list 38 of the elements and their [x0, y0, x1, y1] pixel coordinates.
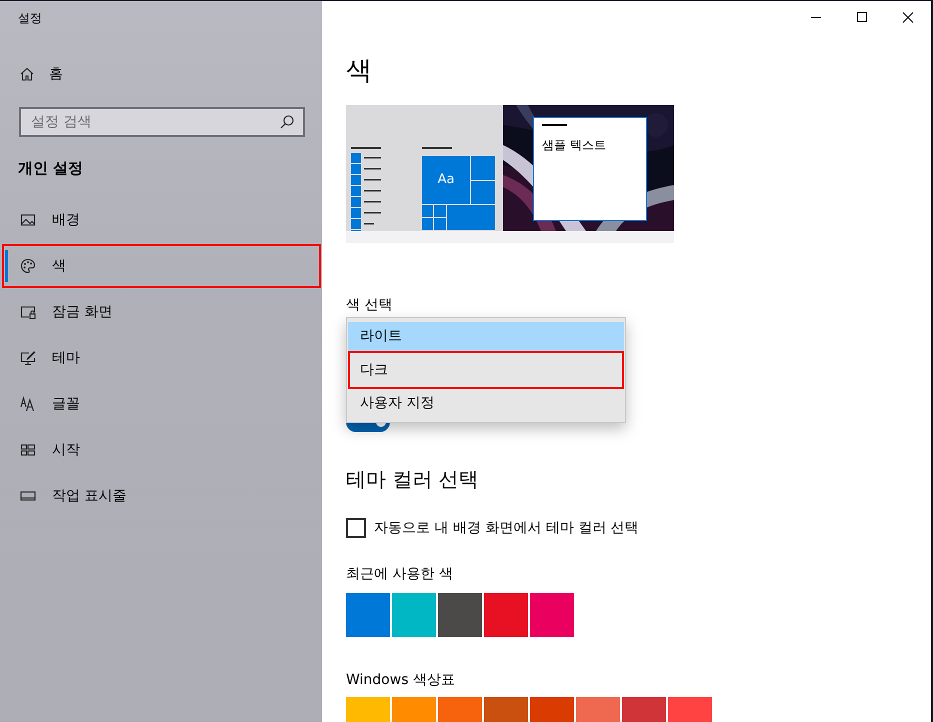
color-swatch[interactable]	[346, 593, 390, 637]
sidebar-item[interactable]: 작업 표시줄	[2, 474, 321, 518]
sidebar-item[interactable]: 테마	[2, 336, 321, 380]
image-icon	[20, 212, 36, 228]
section-heading: 테마 컬러 선택	[346, 466, 480, 493]
home-nav-item[interactable]: 홈	[0, 57, 322, 91]
section-title: 개인 설정	[18, 158, 84, 179]
color-swatch[interactable]	[438, 593, 482, 637]
sidebar-item[interactable]: 배경	[2, 198, 321, 242]
checkbox[interactable]	[346, 518, 366, 538]
dropdown-option[interactable]: 라이트	[348, 322, 624, 351]
window-title: 설정	[17, 10, 43, 27]
sidebar-item[interactable]: 잠금 화면	[2, 290, 321, 334]
close-icon	[902, 12, 914, 22]
dropdown-option[interactable]: 사용자 지정	[348, 389, 624, 418]
maximize-icon	[856, 12, 868, 22]
section-label: Windows 색상표	[346, 671, 456, 690]
monitor-brush-icon	[20, 350, 36, 366]
search-field[interactable]: 설정 검색	[19, 107, 305, 137]
sidebar-item[interactable]: 색	[2, 244, 321, 288]
home-icon	[19, 66, 35, 82]
dropdown-option[interactable]: 다크	[348, 351, 624, 389]
page-title: 색	[346, 55, 373, 87]
color-swatch[interactable]	[530, 593, 574, 637]
lock-screen-icon	[20, 304, 36, 320]
tile-label: Aa	[436, 171, 456, 190]
sidebar-item[interactable]: 글꼴	[2, 382, 321, 426]
sample-text: 샘플 텍스트	[542, 137, 606, 154]
field-label: 색 선택	[346, 296, 394, 315]
color-swatch[interactable]	[484, 593, 528, 637]
font-size-icon	[20, 396, 36, 412]
palette-icon	[20, 258, 36, 274]
sidebar-item[interactable]: 시작	[2, 428, 321, 472]
checkbox-label: 자동으로 내 배경 화면에서 테마 컬러 선택	[374, 519, 639, 538]
color-swatch[interactable]	[392, 593, 436, 637]
section-label: 최근에 사용한 색	[346, 565, 454, 584]
search-icon	[279, 114, 295, 130]
tiles-icon	[20, 442, 36, 458]
